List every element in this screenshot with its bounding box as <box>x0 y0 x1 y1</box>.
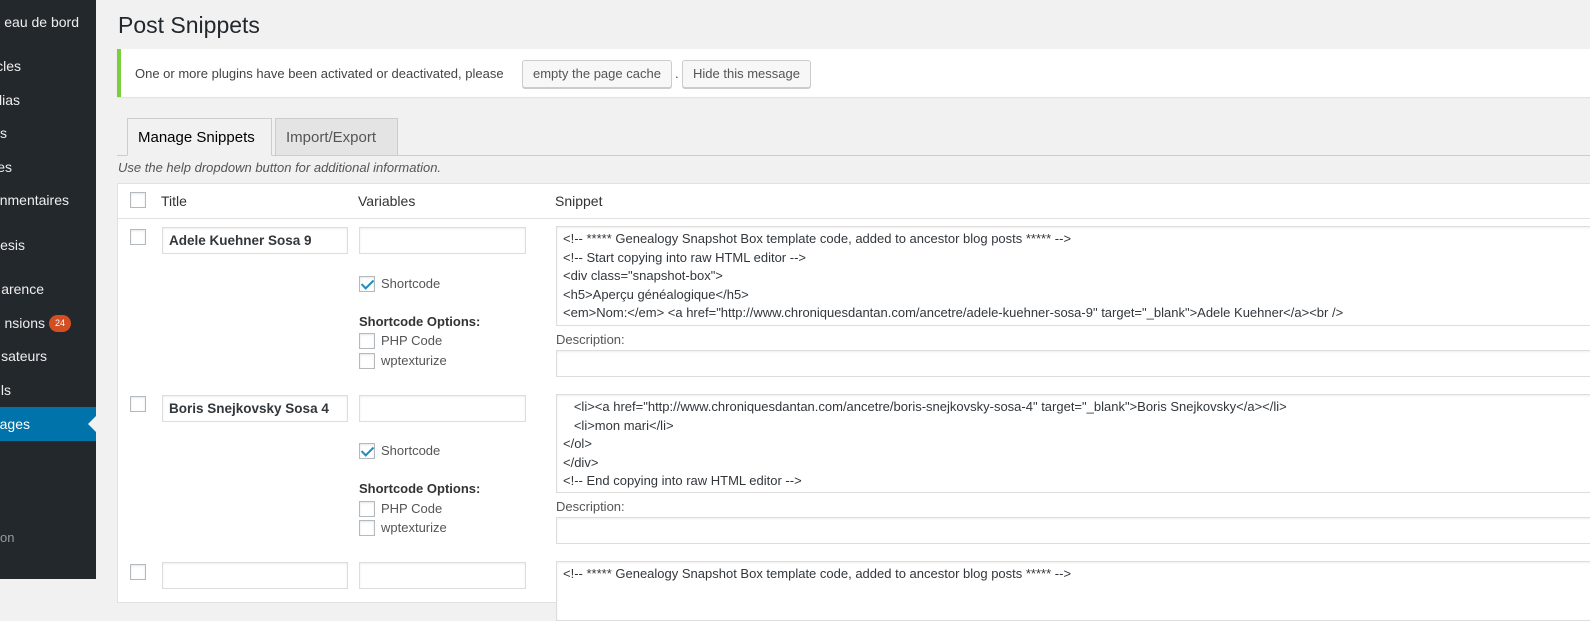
snippet-variables-input[interactable] <box>359 227 526 254</box>
sidebar-item-label: s <box>0 125 7 141</box>
snippet-line: <!-- ***** Genealogy Snapshot Box templa… <box>563 231 1072 246</box>
sidebar-item-label: cles <box>0 58 21 74</box>
snippet-line: <li><a href="http://www.chroniquesdantan… <box>563 399 1287 414</box>
row-checkbox[interactable] <box>130 229 146 245</box>
sidebar-item-tools[interactable]: ls <box>0 373 96 407</box>
snippet-variables-input[interactable] <box>359 395 526 422</box>
wptexturize-label: wptexturize <box>381 520 447 535</box>
sidebar-item-appearance[interactable]: arence <box>0 272 96 306</box>
snippet-line: <!-- Start copying into raw HTML editor … <box>563 249 806 265</box>
sidebar-item-plugins[interactable]: nsions 24 <box>0 306 96 340</box>
snippet-code-textarea[interactable]: <li><a href="http://www.chroniquesdantan… <box>556 394 1590 493</box>
update-count-badge: 24 <box>48 315 71 332</box>
description-input[interactable] <box>556 517 1590 544</box>
sidebar-item-label: lias <box>0 92 20 108</box>
collapse-label: on <box>0 530 15 545</box>
snippet-line: <!-- End copying into raw HTML editor --… <box>563 473 802 488</box>
snippet-variables-input[interactable] <box>359 562 526 589</box>
wptexturize-checkbox[interactable] <box>359 353 375 369</box>
snippet-line: <!-- ***** Genealogy Snapshot Box templa… <box>563 566 1072 581</box>
snippet-title-input[interactable] <box>162 562 348 589</box>
tab-import-export[interactable]: Import/Export <box>275 118 398 156</box>
plugin-notice: One or more plugins have been activated … <box>117 49 1590 97</box>
row-checkbox[interactable] <box>130 564 146 580</box>
sidebar-item-users[interactable]: sateurs <box>0 339 96 373</box>
hide-message-button[interactable]: Hide this message <box>682 60 811 88</box>
sidebar-item-genesis[interactable]: esis <box>0 228 96 262</box>
description-label: Description: <box>556 499 625 514</box>
wptexturize-checkbox[interactable] <box>359 520 375 536</box>
snippet-line: </ol> <box>563 436 592 451</box>
snippet-code-textarea[interactable]: <!-- ***** Genealogy Snapshot Box templa… <box>556 226 1590 326</box>
sidebar-item-label: nsions <box>4 315 45 331</box>
empty-page-cache-button[interactable]: empty the page cache <box>522 60 672 88</box>
snippets-table: Title Variables Snippet Adele Kuehner So… <box>117 183 1590 621</box>
sidebar-item-label: arence <box>1 281 44 297</box>
column-header-title: Title <box>161 193 187 209</box>
snippet-code-textarea[interactable]: <!-- ***** Genealogy Snapshot Box templa… <box>556 561 1590 621</box>
snippet-line: <em>Nom:</em> <a href="http://www.chroni… <box>563 305 1344 320</box>
snippet-title-input[interactable]: Boris Snejkovsky Sosa 4 <box>162 395 348 422</box>
column-header-variables: Variables <box>358 193 416 209</box>
description-input[interactable] <box>556 350 1590 377</box>
help-text: Use the help dropdown button for additio… <box>118 160 442 175</box>
description-label: Description: <box>556 332 625 347</box>
snippet-line: <h5>Aperçu généalogique</h5> <box>563 286 749 302</box>
sidebar-item-label: ages <box>0 416 30 432</box>
page-title: Post Snippets <box>118 12 260 38</box>
shortcode-options-heading: Shortcode Options: <box>359 481 481 496</box>
snippet-line: <li>mon mari</li> <box>563 417 674 433</box>
sidebar-item-label: ls <box>0 382 11 398</box>
snippet-line: <div class="snapshot-box"> <box>563 268 723 283</box>
admin-sidebar: eau de bord cles lias s es nmentaires es… <box>0 0 96 579</box>
sidebar-item-dashboard[interactable]: eau de bord <box>0 5 96 39</box>
wptexturize-label: wptexturize <box>381 353 447 368</box>
sidebar-item-media[interactable]: lias <box>0 83 96 117</box>
sidebar-item-posts[interactable]: cles <box>0 49 96 83</box>
select-all-checkbox[interactable] <box>130 192 146 208</box>
notice-text: One or more plugins have been activated … <box>135 66 504 81</box>
shortcode-options-heading: Shortcode Options: <box>359 314 481 329</box>
sidebar-item-pages[interactable]: es <box>0 150 96 184</box>
php-code-checkbox[interactable] <box>359 333 375 349</box>
sidebar-item-label: sateurs <box>1 348 47 364</box>
php-code-label: PHP Code <box>381 333 443 348</box>
collapse-menu-button[interactable]: on <box>0 530 14 545</box>
sidebar-item-links[interactable]: s <box>0 116 96 150</box>
shortcode-checkbox[interactable] <box>359 443 375 459</box>
notice-dot: . <box>675 66 679 81</box>
sidebar-item-label: nmentaires <box>0 192 69 208</box>
tab-manage-snippets[interactable]: Manage Snippets <box>127 118 272 156</box>
shortcode-checkbox[interactable] <box>359 276 375 292</box>
sidebar-item-comments[interactable]: nmentaires <box>0 183 96 217</box>
sidebar-item-settings[interactable]: ages <box>0 407 96 441</box>
snippet-title-input[interactable]: Adele Kuehner Sosa 9 <box>162 227 348 254</box>
php-code-checkbox[interactable] <box>359 501 375 517</box>
column-header-snippet: Snippet <box>555 193 603 209</box>
shortcode-label: Shortcode <box>381 276 441 291</box>
snippet-line: </div> <box>563 454 599 470</box>
sidebar-item-label: esis <box>0 237 25 253</box>
sidebar-item-label: es <box>0 159 12 175</box>
table-header-divider <box>118 218 1590 219</box>
php-code-label: PHP Code <box>381 501 443 516</box>
row-checkbox[interactable] <box>130 396 146 412</box>
sidebar-item-label: eau de bord <box>4 14 79 30</box>
shortcode-label: Shortcode <box>381 443 441 458</box>
